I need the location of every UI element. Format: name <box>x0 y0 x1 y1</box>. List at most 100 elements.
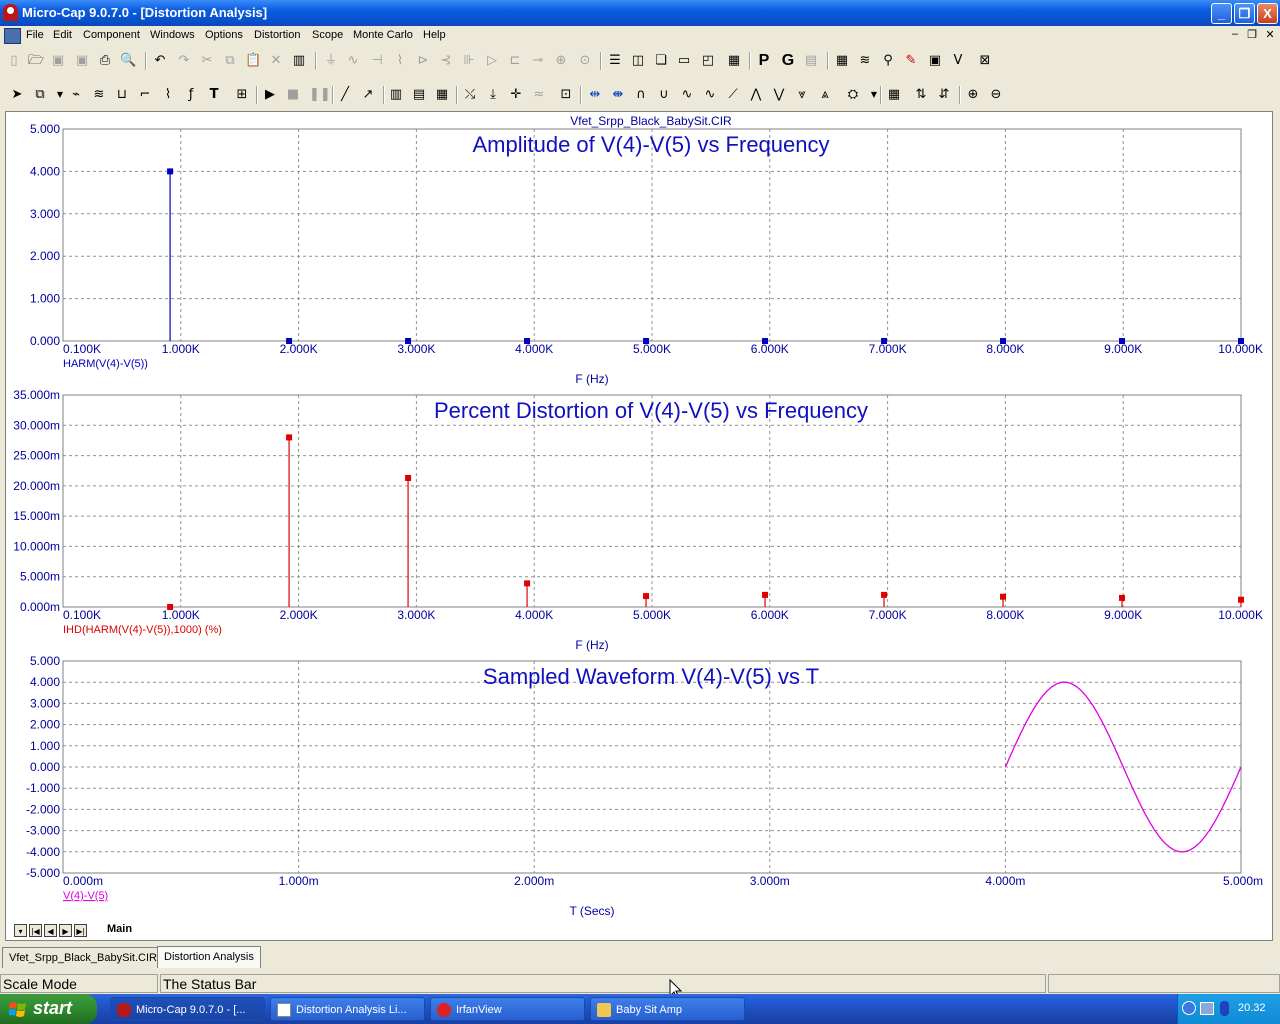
ground-component-icon[interactable]: ⏚ <box>323 53 339 69</box>
diagonal-wire-icon[interactable]: ⌇ <box>160 87 176 103</box>
grid-major-icon[interactable]: ▥ <box>388 87 404 103</box>
formula-mode-icon[interactable]: ƒ <box>183 87 199 103</box>
menu-monte-carlo[interactable]: Monte Carlo <box>353 29 413 41</box>
microcap-app-icon[interactable] <box>3 4 18 21</box>
menu-scope[interactable]: Scope <box>312 29 343 41</box>
undo-icon[interactable]: ↶ <box>152 53 168 69</box>
task-irfanview[interactable]: IrfanView <box>430 997 585 1021</box>
window-icon[interactable]: ▭ <box>676 53 692 69</box>
mdi-restore-icon[interactable]: ❐ <box>1245 28 1259 41</box>
zoom-in-icon[interactable]: ⊕ <box>965 87 981 103</box>
plot-properties-icon[interactable]: ▣ <box>927 53 943 69</box>
start-button[interactable]: start <box>0 994 97 1024</box>
global-low-icon[interactable]: ⩔ <box>794 87 810 103</box>
transistor-component-icon[interactable]: ⊰ <box>438 53 454 69</box>
delete-icon[interactable]: ✕ <box>268 53 284 69</box>
plots-canvas[interactable]: Vfet_Srpp_Black_BabySit.CIR 5.000 4.000 3.… <box>6 112 1272 923</box>
tab-distortion-analysis[interactable]: Distortion Analysis <box>157 946 261 968</box>
bus-mode-icon[interactable]: ≋ <box>91 87 107 103</box>
amplitude-plot[interactable]: 5.000 4.000 3.000 2.000 1.000 0.0000.100K 1.00… <box>30 122 1263 386</box>
cascade-icon[interactable]: ❏ <box>653 53 669 69</box>
tile-vertical-icon[interactable]: ◫ <box>630 53 646 69</box>
task-distortion-analysis[interactable]: Distortion Analysis Li... <box>270 997 425 1021</box>
voltage-probe-icon[interactable]: V <box>950 53 966 69</box>
tray-expand-icon[interactable] <box>1182 1001 1196 1015</box>
zoom-out-icon[interactable]: ⊖ <box>988 87 1004 103</box>
maximize-button[interactable]: ❐ <box>1234 3 1255 24</box>
waveform-plot[interactable]: 5.000 4.000 3.000 2.000 1.000 0.000 -1.000 -2.0… <box>26 654 1263 918</box>
resistor-component-icon[interactable]: ∿ <box>345 53 361 69</box>
calculator-icon[interactable]: ▦ <box>726 53 742 69</box>
mdi-minimize-icon[interactable]: – <box>1228 28 1242 40</box>
graphics-mode-icon[interactable]: ⌐ <box>137 87 153 103</box>
opamp-component-icon[interactable]: ▷ <box>484 53 500 69</box>
stop-icon[interactable]: ■ <box>285 87 301 103</box>
tab-circuit-file[interactable]: Vfet_Srpp_Black_BabySit.CIR <box>2 947 164 968</box>
data-points-icon[interactable]: ⊡ <box>558 87 574 103</box>
cursor-slope-icon[interactable]: ≈ <box>531 87 547 103</box>
close-button[interactable]: X <box>1257 3 1278 24</box>
switch-component-icon[interactable]: ⊏ <box>507 53 523 69</box>
grid-fine-icon[interactable]: ▦ <box>434 87 450 103</box>
scope-icon[interactable]: ⊠ <box>977 53 993 69</box>
tile-horizontal-icon[interactable]: ☰ <box>607 53 623 69</box>
print-preview-icon[interactable]: 🔍 <box>120 53 136 69</box>
pause-icon[interactable]: ❚❚ <box>309 87 331 103</box>
cursor-cross-icon[interactable]: ✛ <box>508 87 524 103</box>
mdi-close-icon[interactable]: ✕ <box>1263 28 1277 41</box>
arrow-line-icon[interactable]: ↗ <box>360 87 376 103</box>
document-icon[interactable] <box>4 28 21 44</box>
cut-icon[interactable]: ✂ <box>199 53 215 69</box>
tag-horizontal-icon[interactable]: ⇅ <box>913 87 929 103</box>
cursor-mode-icon[interactable]: ⇼ <box>610 87 626 103</box>
cursor-next-icon[interactable]: ⤯ <box>462 87 478 103</box>
source-component-icon[interactable]: ⊕ <box>553 53 569 69</box>
menu-help[interactable]: Help <box>423 29 446 41</box>
nav-prev-icon[interactable]: ◀ <box>44 924 57 937</box>
run-icon[interactable]: ▶ <box>262 87 278 103</box>
window-split-icon[interactable]: ◰ <box>700 53 716 69</box>
line-draw-icon[interactable]: ╱ <box>337 87 353 103</box>
high-icon[interactable]: ∿ <box>679 87 695 103</box>
bluetooth-icon[interactable] <box>1220 1001 1229 1016</box>
nav-next-icon[interactable]: ▶ <box>59 924 72 937</box>
numeric-output-icon[interactable]: ▦ <box>886 87 902 103</box>
plot-window[interactable]: Vfet_Srpp_Black_BabySit.CIR 5.000 4.000 3.… <box>5 111 1273 924</box>
table-icon[interactable]: ▦ <box>834 53 850 69</box>
diode-component-icon[interactable]: ⊳ <box>415 53 431 69</box>
network-icon[interactable] <box>1200 1002 1214 1015</box>
probe-icon[interactable]: ⚲ <box>880 53 896 69</box>
battery-component-icon[interactable]: ⊪ <box>461 53 477 69</box>
nav-last-icon[interactable]: ▶| <box>74 924 87 937</box>
task-baby-sit-amp[interactable]: Baby Sit Amp <box>590 997 745 1021</box>
inductor-component-icon[interactable]: ⌇ <box>392 53 408 69</box>
open-folder-icon[interactable]: 🗁 <box>28 53 44 69</box>
nav-first-icon[interactable]: |◀ <box>29 924 42 937</box>
menu-distortion[interactable]: Distortion <box>254 29 300 41</box>
grid-toggle-icon[interactable]: ▤ <box>803 53 819 69</box>
menu-component[interactable]: Component <box>83 29 140 41</box>
wire-mode-icon[interactable]: ⌁ <box>68 87 84 103</box>
peak-icon[interactable]: ∩ <box>633 87 649 103</box>
low-icon[interactable]: ∿ <box>702 87 718 103</box>
capacitor-component-icon[interactable]: ⊣ <box>369 53 385 69</box>
waveform-icon[interactable]: ≋ <box>857 53 873 69</box>
select-arrow-icon[interactable]: ➤ <box>9 87 25 103</box>
new-file-icon[interactable]: ▯ <box>6 53 22 69</box>
properties-icon[interactable]: ⊞ <box>234 87 250 103</box>
global-high-icon[interactable]: ⋁ <box>771 87 787 103</box>
text-mode-icon[interactable]: T <box>206 87 222 103</box>
numbers-icon[interactable]: ▥ <box>291 53 307 69</box>
save-all-icon[interactable]: ▣ <box>74 53 90 69</box>
menu-edit[interactable]: Edit <box>53 29 72 41</box>
task-microcap[interactable]: Micro-Cap 9.0.7.0 - [... <box>110 997 265 1021</box>
paste-icon[interactable]: 📋 <box>245 53 261 69</box>
menu-options[interactable]: Options <box>205 29 243 41</box>
nav-menu-icon[interactable]: ▾ <box>14 924 27 937</box>
distortion-plot[interactable]: 35.000m 30.000m 25.000m 20.000m 15.000m 10.00… <box>13 388 1263 652</box>
cursor-low-icon[interactable]: ⤓ <box>485 87 501 103</box>
redo-icon[interactable]: ↷ <box>176 53 192 69</box>
flag-mode-icon[interactable]: ⊔ <box>114 87 130 103</box>
valley-icon[interactable]: ∪ <box>656 87 672 103</box>
isource-component-icon[interactable]: ⊙ <box>577 53 593 69</box>
